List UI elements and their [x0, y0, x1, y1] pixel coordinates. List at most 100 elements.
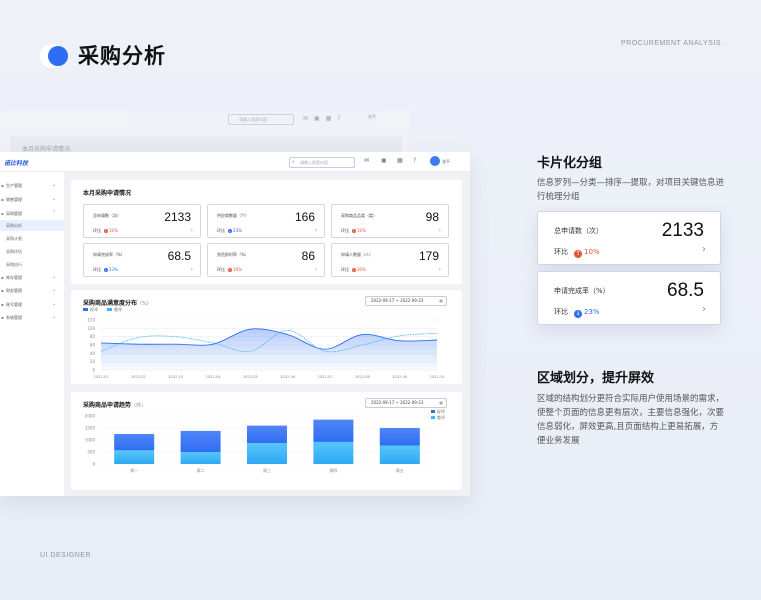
arrow-up-icon: ↑ — [104, 229, 108, 233]
y-tick-label: 2000 — [85, 414, 96, 419]
y-tick-label: 0 — [92, 462, 95, 467]
menu-icon: ▪ — [1, 288, 4, 293]
arrow-down-icon: ↓ — [104, 268, 108, 272]
stat-label: 采购商品品类（类） — [341, 213, 377, 218]
trend-date-picker[interactable]: 2022-09-17 ~ 2022-09-23 ▦ — [365, 398, 447, 408]
footer-label: UI DESIGNER — [40, 552, 92, 559]
compare-pct: 23% — [584, 308, 600, 316]
stat-card-large[interactable]: 总申请数（次） 2133 环比 ↑ 10% › — [537, 211, 721, 265]
legend-swatch — [83, 308, 88, 311]
x-tick-label: 2022-08 — [355, 375, 371, 379]
chevron-right-icon: › — [702, 304, 706, 315]
stat-card[interactable]: 总申请数（次） 2133 环比 ↑ 10% › — [83, 204, 201, 238]
x-tick-label: 周五 — [396, 467, 404, 473]
stat-label: 总申请数（次） — [554, 227, 603, 235]
stat-card[interactable]: 申请人数量（人） 179 环比 ↑ 30% › — [331, 243, 449, 277]
section1-desc: 信息罗列—分类—排序—提取，对项目关键信息进行梳理分组 — [537, 178, 725, 202]
chevron-right-icon: › — [314, 227, 317, 234]
app-icon[interactable]: ▣ — [381, 157, 387, 164]
bar-差评 — [313, 441, 354, 464]
compare-pct: 10% — [584, 248, 600, 256]
compare-label: 环比 — [341, 267, 349, 272]
x-tick-label: 2022-03 — [168, 375, 183, 379]
bar-好评 — [180, 430, 221, 452]
chevron-icon: ⌄ — [52, 301, 57, 307]
arrow-down-icon: ↓ — [228, 229, 232, 233]
menu-icon: ▪ — [1, 315, 4, 320]
sidebar: ▪ 生产管理 ⌄ ▪ 销售管理 ⌄ ▪ 采购管理 ⌃ 采购分析 采购计划 采购评估 采购执行 ▪ 库存管理 ⌄… — [0, 172, 64, 496]
section1-title: 卡片化分组 — [537, 156, 603, 171]
compare-pct: 10% — [233, 267, 242, 272]
calendar-icon: ▦ — [439, 400, 443, 405]
legend-swatch — [107, 308, 112, 311]
sidebar-item[interactable]: ▪ 库存管理 ⌄ — [0, 272, 64, 283]
stat-card[interactable]: 到货即时率（%） 86 环比 ↑ 10% › — [207, 243, 325, 277]
chevron-right-icon: › — [190, 227, 193, 234]
chevron-icon: ⌄ — [52, 182, 57, 188]
user-name[interactable]: 张平 — [442, 159, 450, 165]
section2-title: 区域划分，提升屏效 — [537, 371, 655, 386]
page-subtitle-en: PROCUREMENT ANALYSIS — [621, 40, 721, 47]
stat-card[interactable]: 供应商数量（个） 166 环比 ↓ 23% › — [207, 204, 325, 238]
x-tick-label: 2022-09 — [392, 375, 408, 379]
y-tick-label: 500 — [87, 450, 95, 455]
help-icon[interactable]: ? — [413, 157, 416, 164]
sidebar-item[interactable]: ▪ 财务管理 ⌄ — [0, 285, 64, 296]
arrow-up-icon: ↑ — [352, 229, 356, 233]
sidebar-item[interactable]: ▪ 生产管理 ⌄ — [0, 180, 64, 191]
stat-card[interactable]: 采购商品品类（类） 98 环比 ↑ 10% › — [331, 204, 449, 238]
search-input[interactable]: ⌕ 请输入搜索内容 — [289, 157, 355, 168]
stat-label: 到货即时率（%） — [217, 252, 249, 257]
chevron-icon: ⌄ — [52, 287, 57, 293]
stat-compare: 环比 ↑ 10% — [217, 267, 242, 273]
sidebar-item[interactable]: 采购计划 — [0, 233, 64, 244]
menu-icon: ▪ — [1, 275, 4, 280]
calendar-icon[interactable]: ▦ — [397, 157, 403, 164]
sidebar-item[interactable]: 采购执行 — [0, 259, 64, 270]
sidebar-item[interactable]: ▪ 账号管理 ⌄ — [0, 299, 64, 310]
chevron-right-icon: › — [190, 266, 193, 273]
message-icon[interactable]: ✉ — [364, 157, 369, 164]
section2-desc: 区域的结构划分更符合实际用户使用场景的需求，使整个页面的信息更有层次，主要信息强… — [537, 394, 725, 446]
series-area-好评 — [101, 328, 437, 370]
menu-icon: ▪ — [1, 302, 4, 307]
compare-pct: 23% — [109, 267, 118, 272]
x-tick-label: 周二 — [197, 467, 205, 473]
stat-value: 98 — [425, 210, 439, 224]
compare-label: 环比 — [217, 228, 225, 233]
compare-pct: 10% — [357, 228, 366, 233]
sidebar-item[interactable]: ▪ 销售管理 ⌄ — [0, 194, 64, 205]
avatar[interactable] — [430, 156, 440, 166]
stat-label: 申请完成率（%） — [93, 252, 125, 257]
sidebar-item-label: 采购管理 — [6, 211, 22, 216]
legend-label: 差评 — [114, 306, 122, 312]
compare-label: 环比 — [217, 267, 225, 272]
sidebar-item[interactable]: 采购分析 — [0, 220, 64, 231]
app-brand[interactable]: 诺比科技 — [4, 158, 28, 167]
arrow-up-icon: ↑ — [352, 268, 356, 272]
arrow-up-icon: ↑ — [574, 250, 582, 258]
compare-label: 环比 — [554, 308, 568, 316]
x-tick-label: 2022-04 — [205, 375, 221, 379]
chevron-icon: ⌃ — [52, 210, 57, 216]
stat-label: 申请人数量（人） — [341, 252, 373, 257]
sidebar-item[interactable]: 采购评估 — [0, 246, 64, 257]
stat-card-large[interactable]: 申请完成率（%） 68.5 环比 ↓ 23% › — [537, 271, 721, 325]
arrow-up-icon: ↑ — [228, 268, 232, 272]
stat-compare: 环比 ↑ 10% — [93, 228, 118, 234]
sidebar-item[interactable]: ▪ 采购管理 ⌃ — [0, 208, 64, 219]
stat-value: 68.5 — [667, 280, 704, 301]
search-icon: ⌕ — [292, 159, 295, 165]
sidebar-item-label: 销售管理 — [6, 197, 22, 202]
sidebar-item[interactable]: ▪ 系统管理 ⌄ — [0, 312, 64, 323]
chevron-icon: ⌄ — [52, 274, 57, 280]
calendar-icon: ▦ — [439, 298, 443, 303]
x-tick-label: 2022-02 — [131, 375, 146, 379]
stat-value: 179 — [418, 249, 439, 263]
stat-compare: 环比 ↓ 23% — [93, 267, 118, 273]
satisfaction-date-picker[interactable]: 2022-09-17 ~ 2022-09-23 ▦ — [365, 296, 447, 306]
chevron-right-icon: › — [438, 227, 441, 234]
y-tick-label: 20 — [90, 359, 96, 364]
compare-label: 环比 — [341, 228, 349, 233]
stat-card[interactable]: 申请完成率（%） 68.5 环比 ↓ 23% › — [83, 243, 201, 277]
